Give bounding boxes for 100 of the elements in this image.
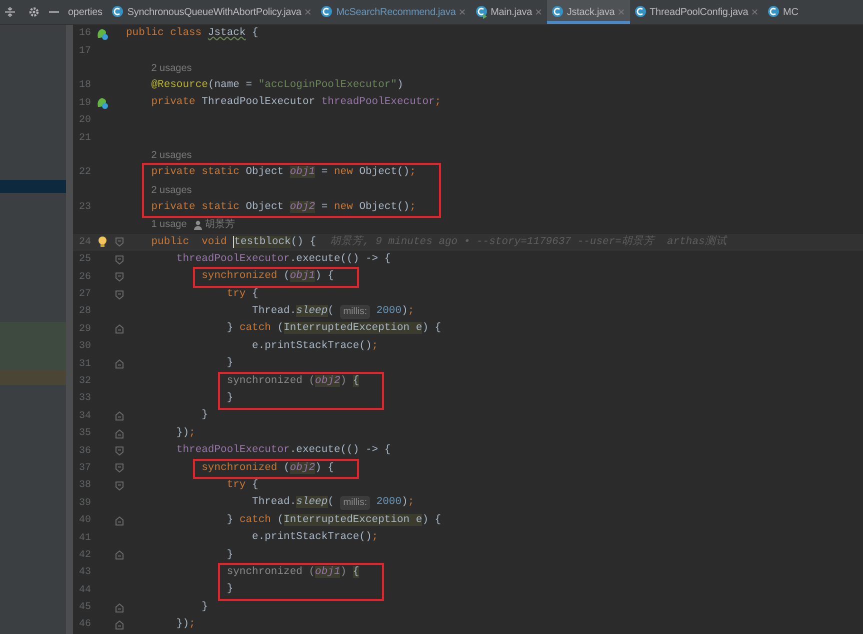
code-text: private static Object obj2 = new Object(); xyxy=(151,200,416,215)
selection-highlight xyxy=(0,180,66,193)
parameter-hint: millis: xyxy=(340,496,370,510)
bean-icon[interactable] xyxy=(96,97,108,110)
class-icon xyxy=(550,5,564,19)
line-number: 31 xyxy=(78,358,91,372)
line-number: 18 xyxy=(78,79,91,94)
line-number: 42 xyxy=(78,548,91,563)
fold-marker-icon[interactable] xyxy=(114,463,124,474)
line-number: 40 xyxy=(78,514,91,528)
line-number: 35 xyxy=(78,427,91,442)
usage-count[interactable]: 2 usages xyxy=(151,182,192,198)
fold-marker-icon[interactable] xyxy=(114,237,124,248)
code-text: synchronized (obj1) { xyxy=(202,269,334,284)
code-text: 2000); xyxy=(375,304,414,320)
line-number: 34 xyxy=(78,410,91,424)
code-text: public class Jstack { xyxy=(126,26,258,41)
code-text: } xyxy=(226,356,234,372)
code-text: } xyxy=(226,548,234,563)
class-icon xyxy=(111,5,124,19)
runnable-class-icon xyxy=(474,5,488,19)
code-text: }); xyxy=(176,426,196,441)
lightbulb-icon[interactable] xyxy=(98,236,106,248)
settings-icon[interactable] xyxy=(28,6,40,18)
line-number: 39 xyxy=(78,496,91,511)
editor-tab[interactable]: operties xyxy=(64,0,108,24)
class-icon xyxy=(320,5,334,19)
class-icon xyxy=(767,5,780,19)
bean-icon[interactable] xyxy=(96,28,108,40)
fold-marker-icon[interactable] xyxy=(114,602,124,613)
class-icon xyxy=(634,5,647,19)
line-number: 20 xyxy=(78,114,91,128)
line-number: 30 xyxy=(78,340,91,354)
line-number: 45 xyxy=(78,601,91,616)
line-number: 25 xyxy=(78,253,91,268)
line-number: 44 xyxy=(78,584,91,598)
code-text: } xyxy=(202,600,208,615)
editor-tab[interactable]: SynchronousQueueWithAbortPolicy.java × xyxy=(107,0,316,24)
line-number: 27 xyxy=(78,288,91,302)
line-number: 23 xyxy=(78,201,91,216)
code-text: Thread.sleep( xyxy=(252,495,335,510)
line-number: 33 xyxy=(78,392,91,406)
line-number: 22 xyxy=(78,166,91,180)
code-text: threadPoolExecutor.execute(() -> { xyxy=(176,252,391,267)
fold-marker-icon[interactable] xyxy=(114,272,124,282)
line-number: 21 xyxy=(78,132,91,146)
line-number: 16 xyxy=(78,27,91,42)
code-text: e.printStackTrace(); xyxy=(252,338,378,354)
code-text: try { xyxy=(226,478,258,493)
code-text: e.printStackTrace(); xyxy=(252,530,378,546)
parameter-hint: millis: xyxy=(340,304,370,320)
usage-count[interactable]: 2 usages xyxy=(151,148,192,163)
line-number: 26 xyxy=(78,270,91,285)
code-text: threadPoolExecutor.execute(() -> { xyxy=(176,443,391,458)
code-text: } xyxy=(226,391,234,406)
line-number: 29 xyxy=(78,322,91,337)
editor-tab[interactable]: Jstack.java × xyxy=(546,0,630,24)
code-text: @Resource(name = "accLoginPoolExecutor") xyxy=(151,78,404,93)
editor-tab[interactable]: McSearchRecommend.java × xyxy=(316,0,471,24)
line-number: 46 xyxy=(78,618,91,632)
fold-marker-icon[interactable] xyxy=(114,359,124,370)
fold-marker-icon[interactable] xyxy=(114,324,124,334)
editor-tab[interactable]: ThreadPoolConfig.java × xyxy=(630,0,764,24)
fold-marker-icon[interactable] xyxy=(114,550,124,560)
line-number: 28 xyxy=(78,305,91,320)
line-number: 19 xyxy=(78,96,91,111)
line-number: 38 xyxy=(78,479,91,494)
fold-marker-icon[interactable] xyxy=(114,411,124,422)
fold-marker-icon[interactable] xyxy=(114,446,124,456)
fold-marker-icon[interactable] xyxy=(114,516,124,526)
editor-tab[interactable]: MC xyxy=(763,0,804,24)
editor-tab[interactable]: Main.java × xyxy=(470,0,547,24)
fold-marker-icon[interactable] xyxy=(114,254,124,265)
code-text: synchronized (obj1) { xyxy=(226,564,360,580)
fold-marker-icon[interactable] xyxy=(114,290,124,300)
fold-marker-icon[interactable] xyxy=(114,620,124,630)
fold-marker-icon[interactable] xyxy=(114,480,124,491)
code-text: 2000); xyxy=(375,495,414,510)
code-text: Thread.sleep( xyxy=(252,304,335,320)
fold-marker-icon[interactable] xyxy=(114,428,124,439)
line-number: 43 xyxy=(78,566,91,580)
scrollbar[interactable] xyxy=(66,25,73,634)
person-icon xyxy=(192,220,203,230)
code-text: } xyxy=(202,408,208,424)
code-text: synchronized (obj2) { xyxy=(226,374,360,389)
line-number: 32 xyxy=(78,375,91,389)
code-text: } catch (InterruptedException e) { xyxy=(226,512,442,528)
line-number: 41 xyxy=(78,532,91,546)
code-text: private static Object obj1 = new Object(); xyxy=(151,164,416,180)
usage-count[interactable]: 1 usage xyxy=(151,217,187,232)
code-text: } xyxy=(226,582,234,598)
code-text: try { xyxy=(226,286,258,302)
line-number: 36 xyxy=(78,444,91,459)
author-name: 胡景芳 xyxy=(204,218,235,232)
code-text: public void testblock() { xyxy=(151,234,316,250)
code-text: } catch (InterruptedException e) { xyxy=(226,321,442,336)
line-number: 17 xyxy=(78,44,91,59)
usage-count[interactable]: 2 usages xyxy=(151,60,192,76)
code-text: private ThreadPoolExecutor threadPoolExecutor; xyxy=(151,95,442,110)
collapse-icon[interactable] xyxy=(4,6,16,18)
